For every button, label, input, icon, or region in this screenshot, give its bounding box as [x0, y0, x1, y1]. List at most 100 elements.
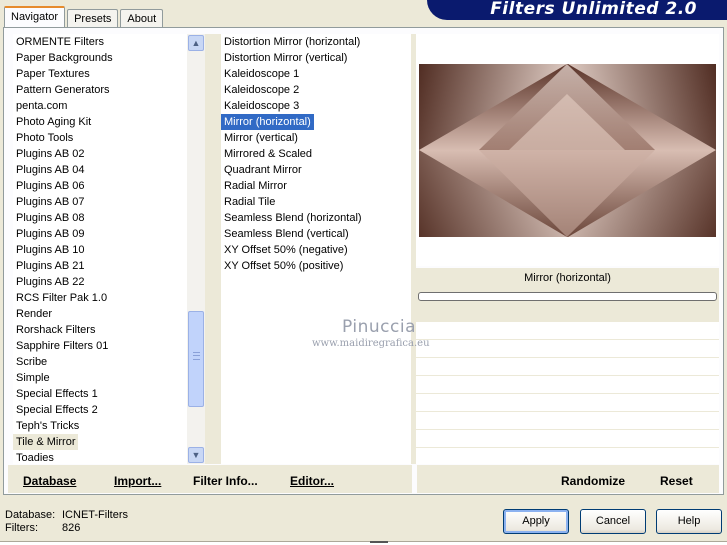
category-item[interactable]: ORMENTE Filters	[13, 34, 187, 50]
filters-count: 826	[62, 522, 81, 534]
chevron-down-icon: ▼	[191, 450, 201, 460]
category-item[interactable]: Plugins AB 08	[13, 210, 187, 226]
scroll-down-button[interactable]: ▼	[188, 447, 204, 463]
chevron-up-icon: ▲	[191, 38, 201, 48]
filter-item[interactable]: Kaleidoscope 2	[221, 82, 411, 98]
category-item[interactable]: Simple	[13, 370, 187, 386]
tab-about[interactable]: About	[120, 9, 164, 28]
filter-item-label: Seamless Blend (vertical)	[224, 228, 349, 240]
preview-image	[419, 64, 716, 237]
category-item-label: Render	[16, 308, 53, 320]
filter-item[interactable]: Mirrored & Scaled	[221, 146, 411, 162]
filter-item[interactable]: Mirror (horizontal)	[221, 114, 411, 130]
category-item-label: Toadies	[16, 452, 54, 464]
scroll-up-button[interactable]: ▲	[188, 35, 204, 51]
selected-filter-label: Mirror (horizontal)	[524, 272, 611, 284]
category-item[interactable]: Paper Textures	[13, 66, 187, 82]
filter-item-label: Kaleidoscope 2	[224, 84, 300, 96]
filter-item-label: Radial Tile	[224, 196, 276, 208]
category-item[interactable]: Photo Aging Kit	[13, 114, 187, 130]
progress-bar	[418, 292, 717, 301]
cancel-button[interactable]: Cancel	[580, 509, 646, 534]
filter-item-label: Radial Mirror	[224, 180, 287, 192]
filter-item[interactable]: Mirror (vertical)	[221, 130, 411, 146]
filter-item[interactable]: Radial Mirror	[221, 178, 411, 194]
category-item-label: ORMENTE Filters	[16, 36, 104, 48]
randomize-button[interactable]: Randomize	[561, 474, 625, 488]
category-item-label: Plugins AB 07	[16, 196, 85, 208]
filter-item[interactable]: Seamless Blend (vertical)	[221, 226, 411, 242]
category-item[interactable]: Sapphire Filters 01	[13, 338, 187, 354]
filter-item[interactable]: XY Offset 50% (negative)	[221, 242, 411, 258]
category-item-label: Scribe	[16, 356, 48, 368]
category-item[interactable]: Plugins AB 21	[13, 258, 187, 274]
filter-item[interactable]: Kaleidoscope 3	[221, 98, 411, 114]
category-item[interactable]: Teph's Tricks	[13, 418, 187, 434]
app-title: Filters Unlimited 2.0	[490, 0, 697, 19]
category-list[interactable]: ORMENTE Filters Paper Backgrounds Paper Te…	[13, 34, 187, 464]
import-button[interactable]: Import...	[114, 474, 161, 488]
tab-navigator[interactable]: Navigator	[4, 6, 66, 28]
filters-label: Filters:	[5, 522, 38, 534]
filter-item-label: Distortion Mirror (horizontal)	[224, 36, 361, 48]
category-item[interactable]: Plugins AB 22	[13, 274, 187, 290]
category-scrollbar[interactable]: ▲ ▼	[187, 34, 205, 464]
window-bottom-edge	[0, 541, 727, 545]
editor-button[interactable]: Editor...	[290, 474, 334, 488]
category-item[interactable]: Render	[13, 306, 187, 322]
help-button[interactable]: Help	[656, 509, 722, 534]
filter-item[interactable]: Radial Tile	[221, 194, 411, 210]
category-item[interactable]: Plugins AB 07	[13, 194, 187, 210]
category-item[interactable]: Plugins AB 09	[13, 226, 187, 242]
parameter-area	[416, 322, 719, 464]
database-button[interactable]: Database	[23, 474, 76, 488]
category-item[interactable]: Tile & Mirror	[13, 434, 187, 450]
category-item-label: Plugins AB 09	[16, 228, 85, 240]
category-item[interactable]: Scribe	[13, 354, 187, 370]
category-item[interactable]: Plugins AB 04	[13, 162, 187, 178]
filter-item[interactable]: Kaleidoscope 1	[221, 66, 411, 82]
filter-item-label: Mirrored & Scaled	[224, 148, 313, 160]
filter-item[interactable]: Quadrant Mirror	[221, 162, 411, 178]
category-item[interactable]: RCS Filter Pak 1.0	[13, 290, 187, 306]
category-item[interactable]: Plugins AB 06	[13, 178, 187, 194]
category-item-label: Plugins AB 10	[16, 244, 85, 256]
status-database: Database: ICNET-Filters	[5, 509, 128, 521]
category-item[interactable]: Paper Backgrounds	[13, 50, 187, 66]
scroll-thumb[interactable]	[188, 311, 204, 407]
category-item[interactable]: penta.com	[13, 98, 187, 114]
filter-info-button[interactable]: Filter Info...	[193, 474, 258, 488]
resize-mark	[370, 541, 388, 543]
filter-item-label: Mirror (horizontal)	[221, 114, 314, 130]
filter-item[interactable]: Distortion Mirror (vertical)	[221, 50, 411, 66]
category-item[interactable]: Toadies	[13, 450, 187, 464]
parameter-toolbar: Randomize Reset	[417, 465, 719, 493]
category-item-label: Plugins AB 06	[16, 180, 85, 192]
database-label: Database:	[5, 509, 56, 521]
category-item[interactable]: Rorshack Filters	[13, 322, 187, 338]
category-item[interactable]: Pattern Generators	[13, 82, 187, 98]
filter-item[interactable]: XY Offset 50% (positive)	[221, 258, 411, 274]
category-item[interactable]: Plugins AB 10	[13, 242, 187, 258]
filter-info-panel: Mirror (horizontal)	[416, 268, 719, 322]
tab-presets[interactable]: Presets	[67, 9, 119, 28]
category-item[interactable]: Special Effects 2	[13, 402, 187, 418]
filter-item[interactable]: Distortion Mirror (horizontal)	[221, 34, 411, 50]
category-item-label: Plugins AB 08	[16, 212, 85, 224]
parameter-row	[416, 376, 719, 394]
reset-button[interactable]: Reset	[660, 474, 693, 488]
category-item-label: Photo Tools	[16, 132, 74, 144]
category-item[interactable]: Special Effects 1	[13, 386, 187, 402]
category-item-label: Plugins AB 04	[16, 164, 85, 176]
filter-item-label: Kaleidoscope 3	[224, 100, 300, 112]
filter-item-label: XY Offset 50% (positive)	[224, 260, 344, 272]
category-item-label: RCS Filter Pak 1.0	[16, 292, 108, 304]
category-item[interactable]: Plugins AB 02	[13, 146, 187, 162]
filter-list[interactable]: Distortion Mirror (horizontal) Distortion…	[221, 34, 411, 464]
filter-item[interactable]: Seamless Blend (horizontal)	[221, 210, 411, 226]
category-item[interactable]: Photo Tools	[13, 130, 187, 146]
filter-item-label: Distortion Mirror (vertical)	[224, 52, 348, 64]
category-item-label: Plugins AB 21	[16, 260, 85, 272]
apply-button[interactable]: Apply	[503, 509, 569, 534]
category-item-label: Paper Textures	[16, 68, 90, 80]
